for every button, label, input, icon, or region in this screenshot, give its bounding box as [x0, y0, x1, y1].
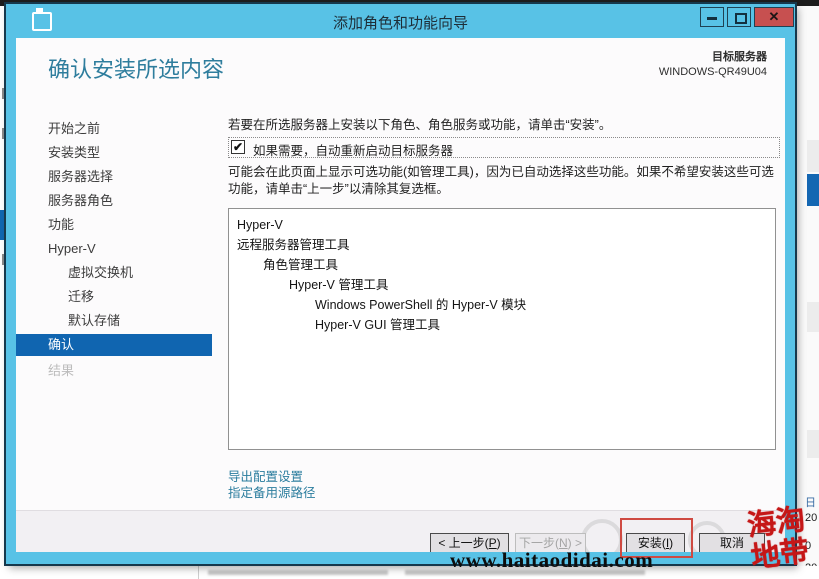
list-item: Hyper-V 管理工具: [229, 275, 775, 295]
sidebar-item-results: 结果: [16, 360, 212, 382]
watermark-url: www.haitaodidai.com: [450, 548, 653, 573]
restart-checkbox-label: 如果需要，自动重新启动目标服务器: [253, 140, 453, 159]
background-bottom-strip: [0, 566, 819, 579]
background-row-fragment: [807, 302, 819, 332]
sidebar-item-features[interactable]: 功能: [16, 214, 212, 236]
maximize-icon: [735, 13, 747, 24]
maximize-button[interactable]: [727, 7, 751, 27]
watermark-stamp: 海淘 地带: [736, 502, 819, 575]
add-roles-features-wizard-window: 添加角色和功能向导 ✕ 确认安装所选内容 目标服务器 WINDOWS-QR49U…: [6, 4, 795, 564]
sidebar-item-default-stores[interactable]: 默认存储: [16, 310, 212, 332]
checkmark-icon: ✔: [233, 140, 243, 154]
sidebar-item-virtual-switches[interactable]: 虚拟交换机: [16, 262, 212, 284]
background-right-strip: 日 20 0 20: [797, 6, 819, 579]
list-item: Hyper-V GUI 管理工具: [229, 315, 775, 335]
sidebar-item-confirmation[interactable]: 确认: [16, 334, 212, 356]
restart-checkbox[interactable]: ✔: [231, 140, 245, 154]
target-server-name: WINDOWS-QR49U04: [659, 66, 767, 78]
background-selected-row-fragment: [807, 174, 819, 206]
page-title: 确认安装所选内容: [48, 52, 224, 84]
close-button[interactable]: ✕: [754, 7, 794, 27]
optional-features-note: 可能会在此页面上显示可选功能(如管理工具)，因为已自动选择这些功能。如果不希望安…: [228, 164, 784, 198]
sidebar-item-hyper-v[interactable]: Hyper-V: [16, 238, 212, 260]
sidebar-item-server-roles[interactable]: 服务器角色: [16, 190, 212, 212]
sidebar-item-before-you-begin[interactable]: 开始之前: [16, 118, 212, 140]
specify-source-path-link[interactable]: 指定备用源路径: [228, 482, 316, 501]
close-icon: ✕: [769, 9, 780, 24]
background-blurred-text: [208, 570, 388, 575]
sidebar-item-server-selection[interactable]: 服务器选择: [16, 166, 212, 188]
target-server-label: 目标服务器: [659, 48, 767, 64]
background-row-fragment: [807, 140, 819, 172]
background-divider: [198, 566, 199, 579]
list-item: Windows PowerShell 的 Hyper-V 模块: [229, 295, 775, 315]
sidebar-item-migration[interactable]: 迁移: [16, 286, 212, 308]
window-title: 添加角色和功能向导: [6, 12, 795, 33]
intro-text: 若要在所选服务器上安装以下角色、角色服务或功能，请单击“安装”。: [228, 114, 785, 133]
restart-checkbox-row[interactable]: ✔ 如果需要，自动重新启动目标服务器: [228, 137, 780, 158]
list-item: Hyper-V: [229, 215, 775, 235]
background-row-fragment: [807, 430, 819, 458]
minimize-icon: [707, 17, 717, 20]
wizard-body: 确认安装所选内容 目标服务器 WINDOWS-QR49U04 开始之前 安装类型…: [16, 38, 785, 552]
screen: 日 20 0 20 添加角色和功能向导 ✕ 确认安装所选内容 目标服务器 WIN…: [0, 0, 819, 579]
list-item: 远程服务器管理工具: [229, 235, 775, 255]
minimize-button[interactable]: [700, 7, 724, 27]
target-server-block: 目标服务器 WINDOWS-QR49U04: [659, 48, 767, 78]
sidebar-item-installation-type[interactable]: 安装类型: [16, 142, 212, 164]
selected-items-list: Hyper-V 远程服务器管理工具 角色管理工具 Hyper-V 管理工具 Wi…: [228, 208, 776, 450]
list-item: 角色管理工具: [229, 255, 775, 275]
